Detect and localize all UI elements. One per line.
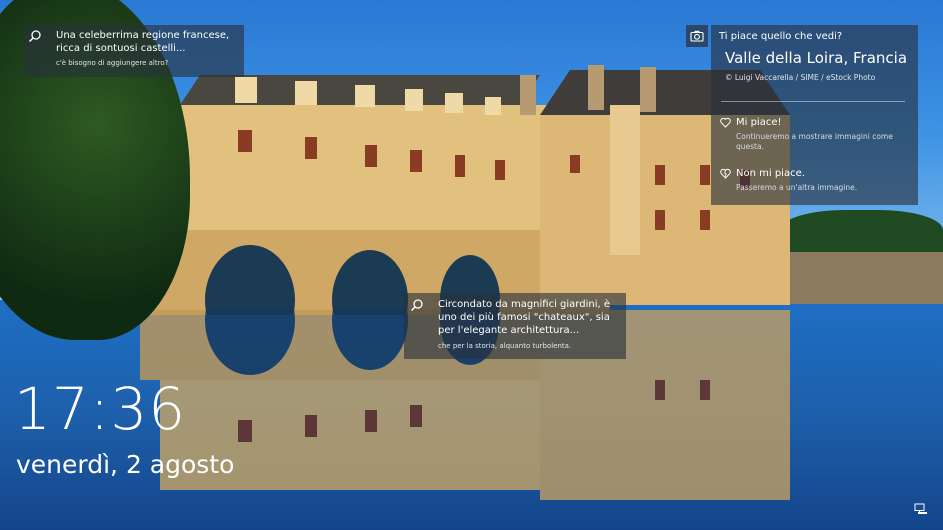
camera-icon <box>690 30 704 42</box>
search-icon <box>410 299 423 312</box>
dislike-label: Non mi piace. <box>736 168 805 179</box>
hint-subtitle: c'è bisogno di aggiungere altro? <box>56 59 169 67</box>
camera-button[interactable] <box>686 25 708 47</box>
network-icon[interactable] <box>914 503 928 515</box>
panel-divider <box>721 101 905 102</box>
photo-credit: © Luigi Vaccarella / SIME / eStock Photo <box>725 73 876 82</box>
dislike-option[interactable]: Non mi piace. Passeremo a un'altra immag… <box>720 167 916 195</box>
location-title: Valle della Loira, Francia <box>725 49 908 67</box>
hint-title: Una celeberrima regione francese, ricca … <box>56 30 230 54</box>
lock-screen-date: venerdì, 2 agosto <box>16 450 235 479</box>
search-icon <box>28 30 41 43</box>
hint-card-center[interactable]: Circondato da magnifici giardini, è uno … <box>404 293 626 359</box>
hint-card-top-left[interactable]: Una celeberrima regione francese, ricca … <box>24 25 244 77</box>
spotlight-question: Ti piace quello che vedi? <box>719 31 843 42</box>
broken-heart-icon <box>720 168 731 179</box>
heart-icon <box>720 117 731 128</box>
stone-wall <box>790 252 943 304</box>
dislike-description: Passeremo a un'altra immagine. <box>736 183 858 192</box>
chateau-illustration <box>140 65 790 315</box>
lock-screen-time: 17:36 <box>14 375 187 443</box>
like-label: Mi piace! <box>736 117 782 128</box>
hint-subtitle: che per la storia, alquanto turbolenta. <box>438 342 572 350</box>
like-description: Continueremo a mostrare immagini come qu… <box>736 132 893 151</box>
hint-title: Circondato da magnifici giardini, è uno … <box>438 299 610 336</box>
like-option[interactable]: Mi piace! Continueremo a mostrare immagi… <box>720 116 916 154</box>
